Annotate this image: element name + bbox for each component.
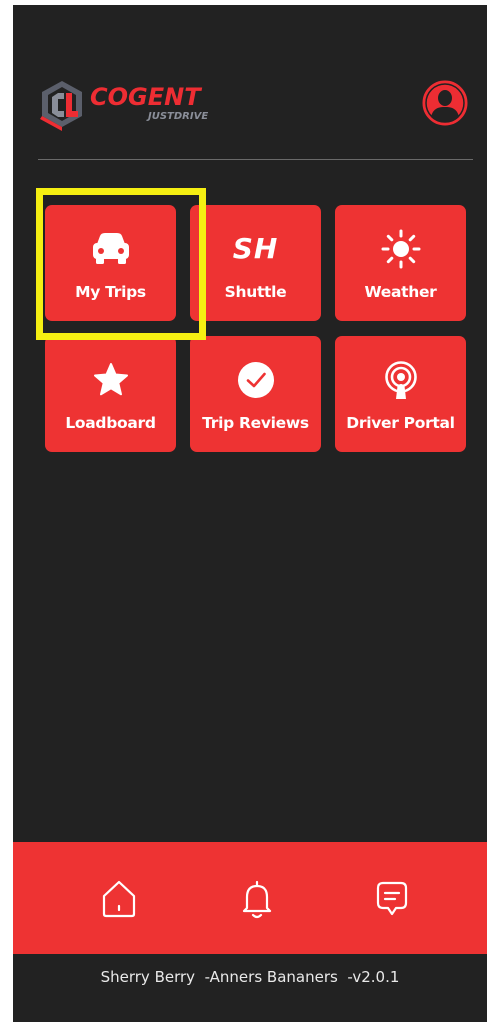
- user-icon[interactable]: [422, 80, 468, 126]
- tile-trip-reviews[interactable]: Trip Reviews: [190, 336, 321, 452]
- tile-my-trips[interactable]: My Trips: [45, 205, 176, 321]
- header-divider: [38, 159, 473, 160]
- logo-wordmark: COGENT: [90, 83, 201, 111]
- footer-user-version: Sherry Berry -Anners Bananers -v2.0.1: [100, 967, 400, 986]
- star-icon: [93, 363, 128, 396]
- nav-messages-button[interactable]: [368, 875, 416, 923]
- screen: COGENT JUSTDRIVE My Trips SH Shuttle Wea…: [0, 0, 487, 1022]
- sun-icon: [381, 229, 420, 269]
- home-icon: [102, 880, 136, 918]
- tile-driver-portal[interactable]: Driver Portal: [335, 336, 466, 452]
- tile-shuttle[interactable]: SH Shuttle: [190, 205, 321, 321]
- bell-icon: [242, 880, 272, 919]
- tile-label: Loadboard: [65, 414, 156, 432]
- cogent-logo: COGENT JUSTDRIVE: [38, 79, 228, 139]
- logo-subtitle: JUSTDRIVE: [148, 111, 209, 122]
- broadcast-pin-icon: [384, 361, 417, 399]
- tile-label: Trip Reviews: [202, 414, 309, 432]
- app-window: COGENT JUSTDRIVE My Trips SH Shuttle Wea…: [13, 5, 487, 1022]
- tile-weather[interactable]: Weather: [335, 205, 466, 321]
- tile-label: Driver Portal: [346, 414, 455, 432]
- tile-loadboard[interactable]: Loadboard: [45, 336, 176, 452]
- tile-label: My Trips: [75, 283, 146, 301]
- nav-notifications-button[interactable]: [233, 875, 281, 923]
- chat-icon: [376, 881, 408, 916]
- bottom-navigation: [13, 842, 487, 954]
- nav-home-button[interactable]: [95, 875, 143, 923]
- tile-label: Weather: [364, 283, 437, 301]
- check-circle-icon: [237, 362, 274, 398]
- logo-mark-icon: [40, 81, 82, 131]
- car-icon: [92, 233, 129, 264]
- tile-label: Shuttle: [224, 283, 287, 301]
- shuttle-sh-icon: SH: [232, 232, 279, 265]
